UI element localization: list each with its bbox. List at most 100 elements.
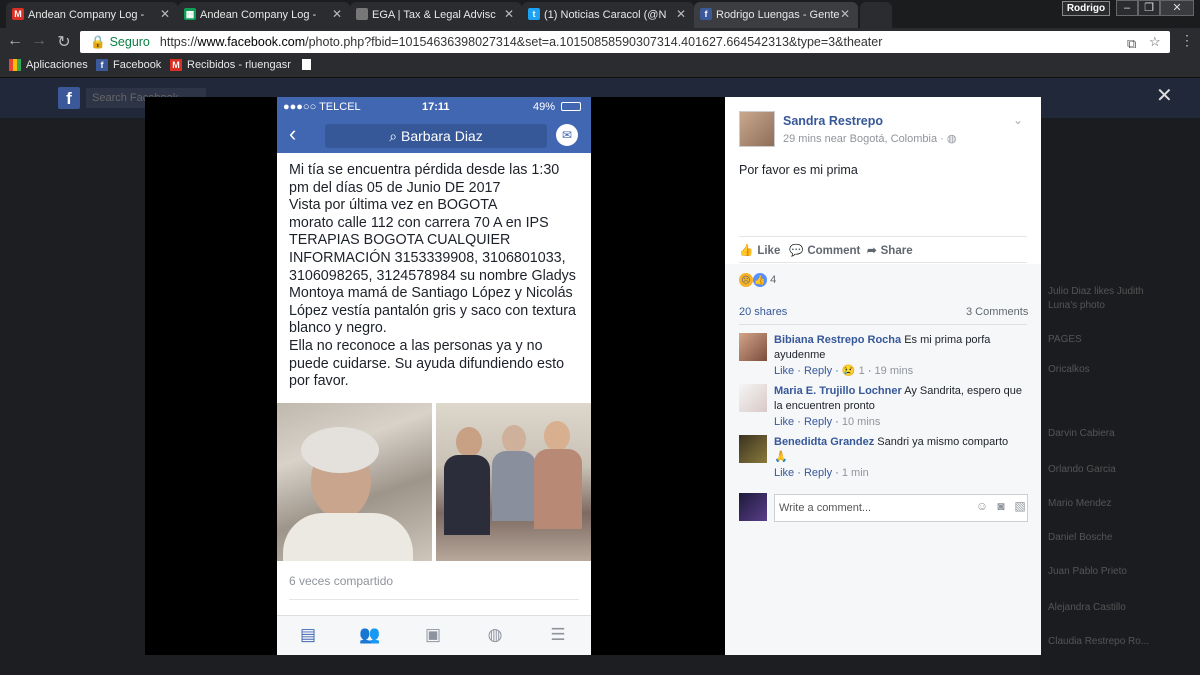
comment-reply-link[interactable]: Reply (804, 416, 832, 428)
post-line: López vestía pantalón gris y saco con te… (289, 302, 576, 319)
restore-icon[interactable]: ❐ (1138, 0, 1160, 16)
address-bar[interactable]: 🔒 Seguro https://www.facebook.com/photo.ph… (80, 31, 1170, 53)
bookmark-facebook[interactable]: f Facebook (96, 59, 161, 71)
forward-icon[interactable]: → (30, 32, 48, 50)
bookmark-label: Recibidos - rluengasr (187, 59, 291, 71)
bookmark-blank[interactable] (302, 59, 316, 70)
globe-icon: ◍ (487, 625, 503, 644)
facebook-logo[interactable]: f (58, 87, 80, 109)
missing-person-photos (277, 403, 591, 561)
comment-button[interactable]: 💬 Comment (789, 243, 860, 257)
post-actions: 👍 Like 💬 Comment ➦ Share (739, 236, 1027, 263)
emoji-icon[interactable]: ☺ (975, 499, 989, 513)
bookmark-label: Aplicaciones (26, 59, 88, 71)
tab-andean-log-sheets[interactable]: ▦ Andean Company Log - ✕ (178, 2, 350, 28)
close-theater-icon[interactable]: ✕ (1156, 86, 1173, 106)
bookmark-recibidos[interactable]: M Recibidos - rluengasr (170, 59, 291, 71)
gmail-icon: M (12, 8, 24, 20)
group-photo (436, 403, 591, 561)
battery-label: 49% (533, 101, 556, 113)
like-reaction-icon: 👍 (753, 273, 767, 287)
comment-time[interactable]: 1 min (842, 467, 869, 479)
post-line: por favor. (289, 373, 349, 390)
comment-reply-link[interactable]: Reply (804, 365, 832, 377)
face-shape (502, 425, 526, 453)
body-shape (444, 455, 490, 535)
post-author[interactable]: Sandra Restrepo (783, 114, 883, 128)
menu-icon: ☰ (550, 625, 566, 644)
close-icon[interactable]: ✕ (840, 7, 850, 21)
like-button[interactable]: 👍 Like (739, 243, 780, 257)
close-icon[interactable]: ✕ (676, 7, 686, 21)
sticker-icon[interactable]: ▧ (1013, 499, 1027, 513)
tab-title: (1) Noticias Caracol (@N (544, 9, 667, 21)
close-icon[interactable]: ✕ (504, 7, 514, 21)
avatar[interactable] (739, 333, 767, 361)
comment-like-link[interactable]: Like (774, 467, 794, 479)
tab-rodrigo-luengas[interactable]: f Rodrigo Luengas - Gente ✕ (694, 2, 858, 28)
avatar[interactable] (739, 435, 767, 463)
secure-label: Seguro (109, 35, 150, 49)
reactions-summary[interactable]: ☹ 👍 4 (739, 273, 776, 287)
share-label: Share (880, 245, 913, 257)
bookmarks-bar: Aplicaciones f Facebook M Recibidos - rl… (0, 56, 1200, 78)
back-chevron-icon: ‹ (289, 121, 297, 146)
tab-title: Andean Company Log - (28, 9, 145, 21)
comment-like-link[interactable]: Like (774, 416, 794, 428)
comment-reaction-count: 1 (858, 365, 865, 377)
comment-reply-link[interactable]: Reply (804, 467, 832, 479)
close-icon[interactable]: ✕ (160, 7, 170, 21)
menu-icon[interactable]: ⋮ (1178, 32, 1196, 49)
close-window-icon[interactable]: ✕ (1160, 0, 1194, 16)
post-line: puede cuidarse. Su ayuda difundiendo est… (289, 355, 565, 372)
reload-icon[interactable]: ↻ (55, 32, 73, 52)
praying-hands-icon: 🙏 (774, 450, 788, 463)
commenter-name[interactable]: Bibiana Restrepo Rocha (774, 334, 901, 346)
bookmark-apps[interactable]: Aplicaciones (9, 59, 88, 71)
comment-like-link[interactable]: Like (774, 365, 794, 377)
comment-time[interactable]: 10 mins (842, 416, 881, 428)
avatar (739, 493, 767, 521)
post-line: INFORMACIÓN 3153339908, 3106801033, (289, 249, 566, 266)
tab-andean-log-gmail[interactable]: M Andean Company Log - ✕ (6, 2, 178, 28)
star-icon[interactable]: ☆ (1149, 34, 1161, 50)
sidebar-text: Oricalkos (1048, 364, 1090, 375)
tab-title: Rodrigo Luengas - Gente (716, 9, 840, 21)
minimize-icon[interactable]: – (1116, 0, 1138, 16)
tab-title: Andean Company Log - (200, 9, 317, 21)
shares-link[interactable]: 20 shares (739, 306, 787, 318)
post-caption: Por favor es mi prima (739, 163, 858, 177)
translate-icon[interactable]: ⧉ (1127, 36, 1136, 52)
share-button[interactable]: ➦ Share (867, 243, 913, 257)
apps-icon (9, 59, 21, 71)
face-shape (544, 421, 570, 451)
comment-body: Benedidta Grandez Sandri ya mismo compar… (774, 435, 1024, 481)
gmail-icon: M (170, 59, 182, 71)
chevron-down-icon[interactable]: ⌄ (1013, 113, 1023, 127)
comment-time[interactable]: 19 mins (875, 365, 914, 377)
phone-time: 17:11 (422, 101, 450, 113)
comment-input[interactable]: Write a comment... (774, 494, 1028, 522)
reaction-count: 4 (770, 273, 777, 286)
page-icon (356, 8, 368, 20)
phone-screenshot: ●●●○○ TELCEL 17:11 49% ‹ ⌕ Barbara Diaz … (277, 97, 591, 655)
post-line: pm del días 05 de Junio DE 2017 (289, 179, 501, 196)
chat-sidebar-background: Julio Diaz likes Judith Luna's photo PAG… (1040, 118, 1200, 675)
commenter-name[interactable]: Benedidta Grandez (774, 436, 874, 448)
comments-count-link[interactable]: 3 Comments (966, 306, 1028, 318)
back-icon[interactable]: ← (6, 32, 24, 50)
close-icon[interactable]: ✕ (332, 7, 342, 21)
portrait-photo (277, 403, 432, 561)
camera-icon[interactable]: ◙ (994, 499, 1008, 513)
new-tab-button[interactable] (860, 2, 892, 28)
post-line: morato calle 112 con carrera 70 A en IPS (289, 214, 549, 231)
tab-noticias-caracol[interactable]: t (1) Noticias Caracol (@N ✕ (522, 2, 694, 28)
avatar[interactable] (739, 111, 775, 147)
sidebar-text: PAGES (1048, 334, 1082, 345)
tab-ega[interactable]: EGA | Tax & Legal Advisc ✕ (350, 2, 522, 28)
avatar[interactable] (739, 384, 767, 412)
twitter-icon: t (528, 8, 540, 20)
commenter-name[interactable]: Maria E. Trujillo Lochner (774, 385, 902, 397)
comment-body: Maria E. Trujillo Lochner Ay Sandrita, e… (774, 384, 1024, 430)
profile-button[interactable]: Rodrigo (1062, 1, 1110, 16)
